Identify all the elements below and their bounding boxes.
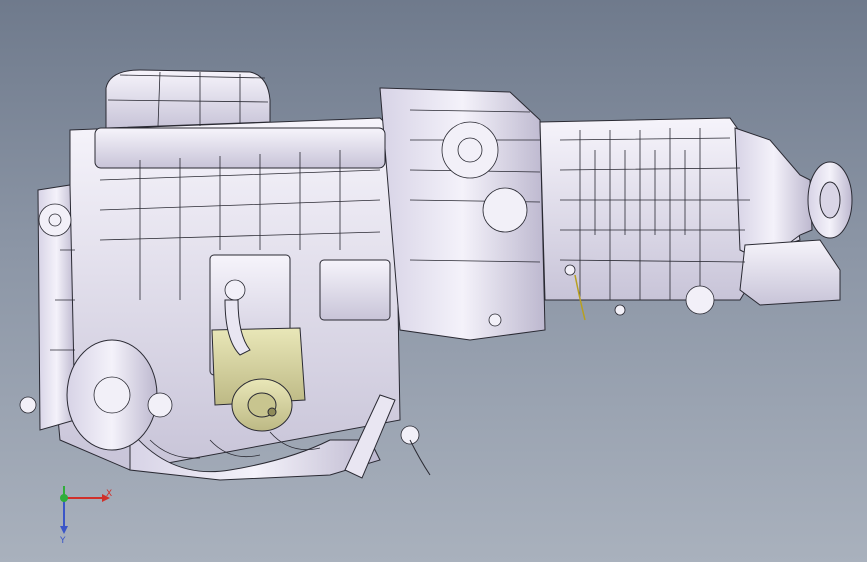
graphics-viewport[interactable]: X Y xyxy=(0,0,867,562)
engine-transmission-model[interactable] xyxy=(0,0,867,562)
coordinate-triad: X Y xyxy=(59,486,112,544)
trans-mount xyxy=(739,239,841,306)
triad-y-label: Y xyxy=(59,536,66,544)
triad-x-label: X xyxy=(106,489,112,499)
intake-plenum xyxy=(105,69,271,129)
valve-cover xyxy=(94,127,386,169)
